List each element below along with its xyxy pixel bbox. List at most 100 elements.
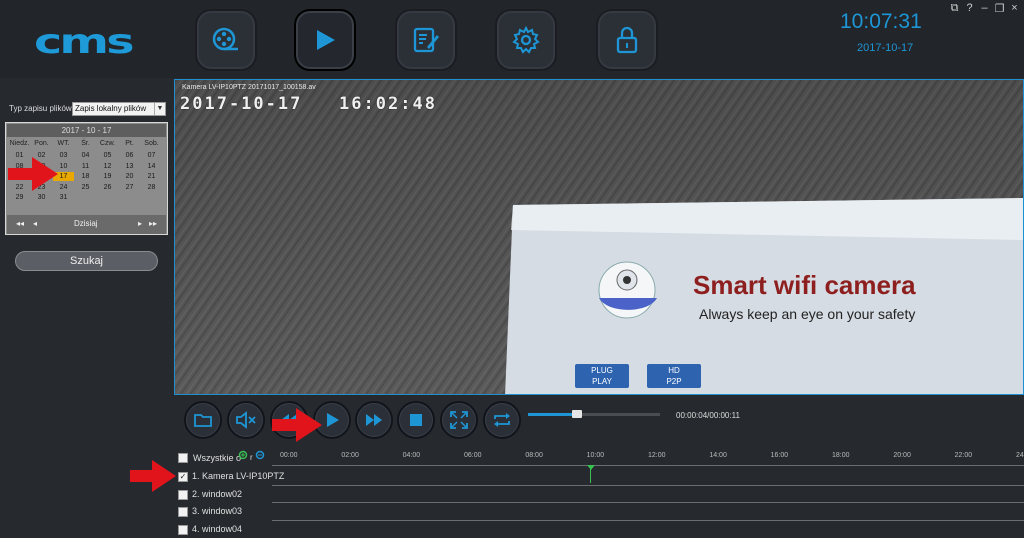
channel-checkbox[interactable] bbox=[178, 525, 188, 535]
channel-checkbox[interactable] bbox=[178, 490, 188, 500]
clock-time: 10:07:31 bbox=[840, 10, 922, 33]
calendar-day[interactable]: 26 bbox=[97, 183, 118, 192]
timeline-tick-label: 08:00 bbox=[525, 452, 543, 459]
loop-icon bbox=[494, 413, 510, 427]
timeline-tick-label: 00:00 bbox=[280, 452, 298, 459]
timeline-tick-label: 10:00 bbox=[586, 452, 605, 459]
calendar-day[interactable]: 06 bbox=[119, 151, 140, 160]
fast-forward-icon bbox=[366, 414, 382, 426]
calendar-day[interactable]: 13 bbox=[119, 162, 140, 171]
calendar-day[interactable]: 12 bbox=[97, 162, 118, 171]
timeline-tick-label: 02:00 bbox=[341, 452, 359, 459]
window-controls: ⧉ ? – ❐ × bbox=[949, 2, 1020, 15]
loop-button[interactable] bbox=[483, 401, 521, 439]
timeline-tick-label: 20:00 bbox=[893, 452, 911, 459]
seek-handle[interactable] bbox=[572, 410, 582, 418]
video-frame-background bbox=[175, 80, 1023, 394]
calendar-day[interactable]: 28 bbox=[141, 183, 162, 192]
restore-button[interactable]: ❐ bbox=[994, 2, 1005, 15]
zoom-separator: r bbox=[250, 453, 253, 462]
channel-label: 3. window03 bbox=[192, 506, 243, 516]
seek-bar[interactable] bbox=[528, 413, 660, 416]
video-player[interactable]: Kamera LV-IP10PTZ 20171017_100158.av 201… bbox=[174, 79, 1024, 395]
fullscreen-button[interactable] bbox=[440, 401, 478, 439]
app-logo: cms bbox=[34, 22, 135, 62]
calendar-weekday: Czw. bbox=[99, 140, 116, 147]
stop-button[interactable] bbox=[397, 401, 435, 439]
chevron-down-icon: ▼ bbox=[154, 103, 165, 115]
calendar-day[interactable]: 18 bbox=[75, 172, 96, 181]
nav-settings-button[interactable] bbox=[495, 9, 557, 71]
prev-month-icon[interactable]: ◂ bbox=[33, 219, 37, 228]
next-month-icon[interactable]: ▸ bbox=[138, 219, 142, 228]
play-icon bbox=[327, 413, 339, 427]
badge-line: P2P bbox=[666, 377, 682, 386]
nav-playback-button[interactable] bbox=[294, 9, 356, 71]
fast-forward-button[interactable] bbox=[355, 401, 393, 439]
file-type-select[interactable]: Zapis lokalny plików ▼ bbox=[72, 102, 166, 116]
calendar-day[interactable]: 29 bbox=[9, 193, 30, 202]
channel-label: 4. window04 bbox=[192, 524, 243, 534]
calendar-day[interactable]: 19 bbox=[97, 172, 118, 181]
calendar-weekday: Śr. bbox=[81, 140, 90, 147]
play-icon bbox=[317, 30, 335, 50]
timeline-tick-label: 22:00 bbox=[954, 452, 973, 459]
network-icon[interactable]: ⧉ bbox=[949, 2, 960, 15]
timeline-divider bbox=[272, 485, 1024, 486]
zoom-controls: r bbox=[238, 450, 265, 462]
calendar-day[interactable]: 07 bbox=[141, 151, 162, 160]
playback-time: 00:00:04/00:00:11 bbox=[676, 411, 740, 420]
file-type-label: Typ zapisu plików bbox=[9, 104, 72, 113]
prev-year-icon[interactable]: ◂◂ bbox=[16, 219, 24, 228]
calendar-day[interactable]: 25 bbox=[75, 183, 96, 192]
calendar-weekday: Pt. bbox=[125, 140, 134, 147]
timeline-tick-label: 12:00 bbox=[648, 452, 666, 459]
today-button[interactable]: Dzisiaj bbox=[74, 219, 98, 228]
timeline-tick-label: 14:00 bbox=[709, 452, 727, 459]
gear-icon bbox=[512, 25, 540, 54]
calendar-day[interactable]: 30 bbox=[31, 193, 52, 202]
all-channels-label: Wszystkie o bbox=[193, 453, 242, 463]
calendar-day[interactable]: 14 bbox=[141, 162, 162, 171]
hd-p2p-badge: HD P2P bbox=[647, 364, 701, 388]
calendar-day[interactable]: 20 bbox=[119, 172, 140, 181]
annotation-arrow-calendar bbox=[8, 157, 58, 191]
nav-log-button[interactable] bbox=[395, 9, 457, 71]
box-title-text: Smart wifi camera bbox=[693, 270, 916, 300]
nav-lock-button[interactable] bbox=[596, 9, 658, 71]
channel-label: 1. Kamera LV-IP10PTZ bbox=[192, 471, 285, 481]
badge-line: HD bbox=[668, 366, 680, 375]
calendar-day[interactable]: 05 bbox=[97, 151, 118, 160]
search-button[interactable]: Szukaj bbox=[15, 251, 158, 271]
open-folder-button[interactable] bbox=[184, 401, 222, 439]
all-channels-checkbox[interactable] bbox=[178, 453, 188, 463]
timeline-tick-label: 24:00 bbox=[1016, 452, 1024, 459]
nav-video-reel-button[interactable] bbox=[195, 9, 257, 71]
calendar-day[interactable]: 31 bbox=[53, 193, 74, 202]
calendar-footer: ◂◂ ◂ Dzisiaj ▸ ▸▸ bbox=[7, 215, 166, 234]
annotation-arrow-play bbox=[272, 408, 322, 442]
calendar-day[interactable]: 27 bbox=[119, 183, 140, 192]
next-year-icon[interactable]: ▸▸ bbox=[149, 219, 157, 228]
channel-checkbox[interactable]: ✓ bbox=[178, 472, 188, 482]
mute-icon bbox=[236, 411, 256, 429]
timeline-divider bbox=[272, 502, 1024, 503]
channel-label: 2. window02 bbox=[192, 489, 243, 499]
lock-icon bbox=[616, 26, 638, 54]
badge-line: PLAY bbox=[592, 377, 612, 386]
zoom-in-icon[interactable] bbox=[238, 450, 248, 460]
minimize-button[interactable]: – bbox=[979, 2, 990, 15]
zoom-out-icon[interactable] bbox=[255, 450, 265, 460]
timeline-cursor-head bbox=[587, 465, 595, 470]
help-button[interactable]: ? bbox=[964, 2, 975, 15]
calendar-day[interactable]: 21 bbox=[141, 172, 162, 181]
close-button[interactable]: × bbox=[1009, 2, 1020, 15]
plug-play-badge: PLUG PLAY bbox=[575, 364, 629, 388]
mute-button[interactable] bbox=[227, 401, 265, 439]
folder-icon bbox=[194, 414, 212, 427]
osd-timestamp: 2017-10-17 16:02:48 bbox=[180, 94, 437, 114]
stop-icon bbox=[410, 414, 422, 426]
calendar-day[interactable]: 04 bbox=[75, 151, 96, 160]
calendar-day[interactable]: 11 bbox=[75, 162, 96, 171]
channel-checkbox[interactable] bbox=[178, 507, 188, 517]
